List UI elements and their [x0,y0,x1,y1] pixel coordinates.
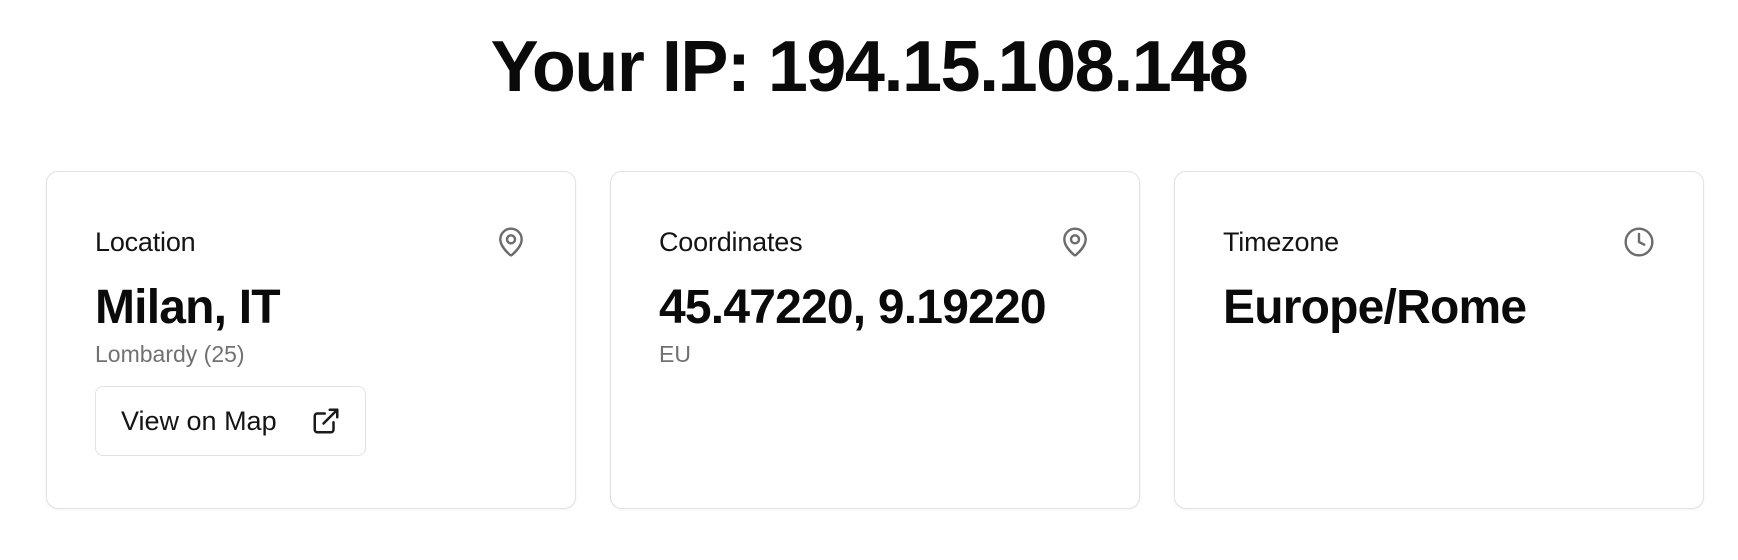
coordinates-value: 45.47220, 9.19220 [659,281,1047,334]
continent-code: EU [659,341,691,367]
location-card: Location Milan, IT Lombardy (25) View on… [46,171,576,509]
view-on-map-button[interactable]: View on Map [95,386,366,456]
timezone-card-header: Timezone [1223,224,1655,260]
view-on-map-label: View on Map [121,405,277,436]
coordinates-card-header: Coordinates [659,224,1091,260]
timezone-label: Timezone [1223,226,1339,257]
info-cards: Location Milan, IT Lombardy (25) View on… [46,171,1704,509]
location-label: Location [95,226,196,257]
location-value: Milan, IT [95,281,281,334]
location-card-header: Location [95,224,527,260]
coordinates-label: Coordinates [659,226,803,257]
coordinates-card: Coordinates 45.47220, 9.19220 EU [610,171,1140,509]
clock-icon [1623,226,1655,258]
external-link-icon [311,406,341,436]
timezone-card: Timezone Europe/Rome [1174,171,1704,509]
timezone-value: Europe/Rome [1223,281,1527,334]
map-pin-icon [495,226,527,258]
page-title: Your IP: 194.15.108.148 [490,27,1249,107]
map-pin-icon [1059,226,1091,258]
location-region: Lombardy (25) [95,341,245,367]
